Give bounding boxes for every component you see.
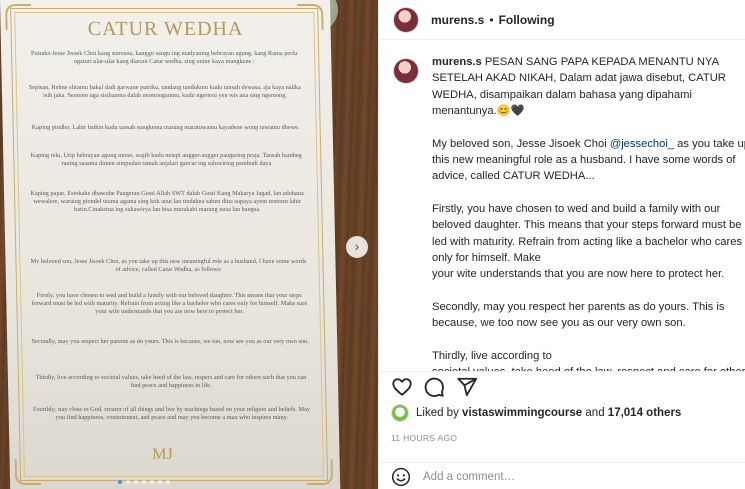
heart-icon[interactable] [391,376,413,398]
carousel-dot [118,480,122,484]
letter-card: CATUR WEDHA Putrako Jesse Jisoek Choi ka… [0,0,341,489]
card-paragraph: Thirdly, live according to societal valu… [35,374,307,390]
header-username[interactable]: murens.s [431,13,484,27]
card-paragraph: Secondly, may you respect her parents as… [31,338,309,345]
carousel-dot [150,480,154,484]
mention-link[interactable]: @jessechoi_ [610,138,674,150]
comment-row [379,462,745,489]
post-sidebar: murens.s • Following murens.s PESAN SANG… [378,0,745,489]
carousel-dot [158,480,162,484]
caption-paragraph: Thirdly, live according to [432,349,552,362]
carousel-dot [166,480,170,484]
comment-icon[interactable] [423,376,445,398]
card-paragraph: Putrako Jesse Jisoek Choi kang sutresna,… [30,50,298,66]
ornament-corner [306,459,334,485]
carousel-dot [142,480,146,484]
card-paragraph: Fourthly, stay close to God, creator of … [33,406,311,422]
likes-middle: and [585,407,605,419]
separator-dot: • [489,12,494,27]
card-paragraph: Kaping telu, Urip bebrayan agung mono, w… [30,152,302,168]
caption-paragraph: My beloved son, Jesse Jisoek Choi [432,137,610,150]
emoji-icon[interactable] [391,467,411,487]
card-paragraph: Sepisan, Rehne sliramu bakal dadi garwan… [28,84,302,100]
card-paragraph: Kaping pindho, Lahir bathin kudu tansah … [31,124,300,131]
card-paragraph: My beloved son, Jesse Jisoek Choi, as yo… [30,258,307,274]
action-bar: Liked by vistaswimmingcourse and 17,014 … [379,371,745,489]
comment-input[interactable] [423,470,723,483]
caption-paragraph: Secondly, may you respect her parents as… [432,300,725,330]
likes-prefix: Liked by [416,407,459,419]
avatar[interactable] [391,404,409,422]
caption-paragraph: your wite understands that you are now h… [432,268,725,281]
monogram: MJ [152,446,173,463]
caption-text: murens.s PESAN SANG PAPA KEPADA MENANTU … [432,54,745,381]
following-button[interactable]: Following [499,13,555,27]
likes-row: Liked by vistaswimmingcourse and 17,014 … [391,404,681,422]
share-icon[interactable] [456,376,478,398]
caption-paragraph: Firstly, you have chosen to wed and buil… [432,202,743,265]
avatar[interactable] [393,58,419,84]
post-media: CATUR WEDHA Putrako Jesse Jisoek Choi ka… [0,0,378,489]
card-paragraph: Kaping papat, Estokake dhawuhe Pangeran … [30,190,304,214]
liker-username[interactable]: vistaswimmingcourse [462,407,582,419]
carousel-dots [118,480,170,484]
post-header: murens.s • Following [379,0,745,40]
carousel-dot [134,480,138,484]
likes-count-link[interactable]: 17,014 others [608,407,682,419]
ornament-corner [14,459,42,485]
post-timestamp[interactable]: 11 HOURS AGO [391,433,457,443]
card-paragraph: Firstly, you have chosen to wed and buil… [31,292,308,316]
avatar[interactable] [393,6,419,33]
carousel-dot [126,480,130,484]
chevron-right-icon[interactable]: › [346,236,368,258]
caption-username[interactable]: murens.s [432,56,482,68]
card-title: CATUR WEDHA [87,18,244,40]
